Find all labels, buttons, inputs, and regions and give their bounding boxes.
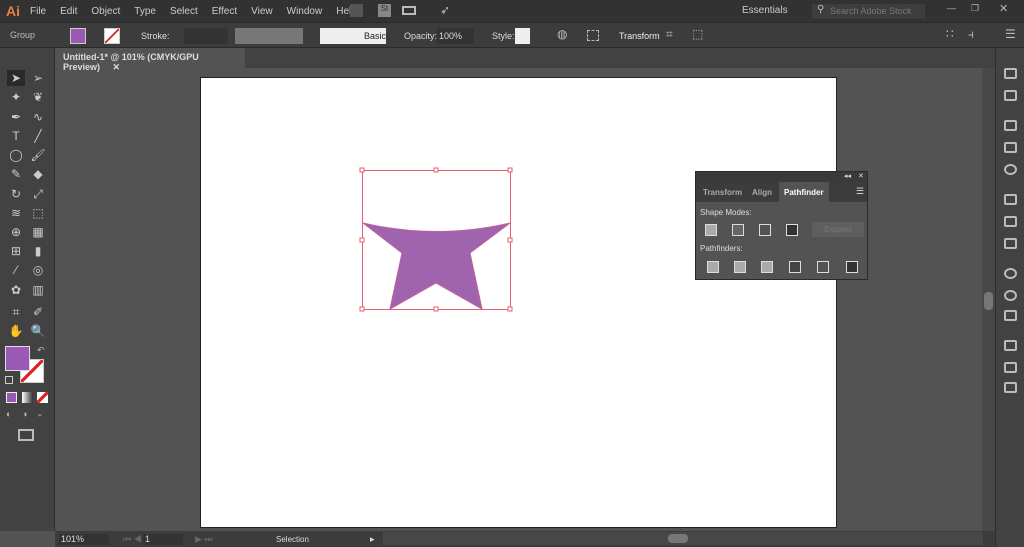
first-artboard-button[interactable]: ⏮ ◀ (123, 534, 142, 545)
crop-button[interactable] (789, 261, 801, 273)
merge-button[interactable] (761, 261, 773, 273)
artboards-panel-icon[interactable] (1004, 382, 1017, 393)
status-bar: 101% ⏮ ◀ 1 ▶ ⏭ Selection ▸ (55, 531, 995, 547)
outline-button[interactable] (817, 261, 829, 273)
trim-button[interactable] (734, 261, 746, 273)
artwork-layer (359, 167, 513, 312)
panel-menu-icon[interactable]: ☰ (856, 186, 864, 197)
panel-header[interactable]: ◂◂ ✕ (696, 172, 867, 182)
swatches-panel-icon[interactable] (1004, 194, 1017, 205)
next-artboard-button[interactable]: ▶ ⏭ (195, 534, 213, 545)
minus-back-button[interactable] (846, 261, 858, 273)
star-shape[interactable] (362, 222, 511, 310)
color-panel-icon[interactable] (1004, 90, 1017, 101)
shape-modes-label: Shape Modes: (700, 208, 752, 217)
unite-button[interactable] (705, 224, 717, 236)
panel-tabs: Transform Align Pathfinder ☰ (696, 182, 867, 202)
tab-align[interactable]: Align (752, 188, 772, 197)
vertical-scrollbar[interactable] (982, 68, 995, 531)
transparency-panel-icon[interactable] (1004, 164, 1017, 175)
brushes-panel-icon[interactable] (1004, 216, 1017, 227)
pathfinder-panel: ◂◂ ✕ Transform Align Pathfinder ☰ Shape … (695, 171, 868, 280)
panel-dock (995, 48, 1024, 547)
intersect-button[interactable] (759, 224, 771, 236)
divide-button[interactable] (707, 261, 719, 273)
properties-panel-icon[interactable] (1004, 68, 1017, 79)
artboard-number-input[interactable]: 1 (143, 534, 183, 545)
collapse-panel-icon[interactable]: ◂◂ (844, 172, 851, 180)
tab-transform[interactable]: Transform (703, 188, 742, 197)
symbols-panel-icon[interactable] (1004, 238, 1017, 249)
tab-pathfinder[interactable]: Pathfinder (779, 182, 829, 202)
layers-panel-icon[interactable] (1004, 362, 1017, 373)
gradient-panel-icon[interactable] (1004, 142, 1017, 153)
pathfinders-label: Pathfinders: (700, 244, 743, 253)
appearance-panel-icon[interactable] (1004, 290, 1017, 301)
exclude-button[interactable] (786, 224, 798, 236)
libraries-panel-icon[interactable] (1004, 268, 1017, 279)
expand-button[interactable]: Expand (812, 222, 864, 237)
status-menu-arrow[interactable]: ▸ (370, 534, 375, 545)
horizontal-scrollbar[interactable] (383, 532, 983, 545)
close-panel-icon[interactable]: ✕ (858, 172, 864, 180)
graphic-styles-panel-icon[interactable] (1004, 310, 1017, 321)
minus-front-button[interactable] (732, 224, 744, 236)
export-panel-icon[interactable] (1004, 340, 1017, 351)
zoom-level-input[interactable]: 101% (59, 534, 109, 545)
horizontal-scroll-thumb[interactable] (668, 534, 688, 543)
status-tool-label[interactable]: Selection (276, 535, 309, 544)
stroke-panel-icon[interactable] (1004, 120, 1017, 131)
vertical-scroll-thumb[interactable] (984, 292, 993, 310)
